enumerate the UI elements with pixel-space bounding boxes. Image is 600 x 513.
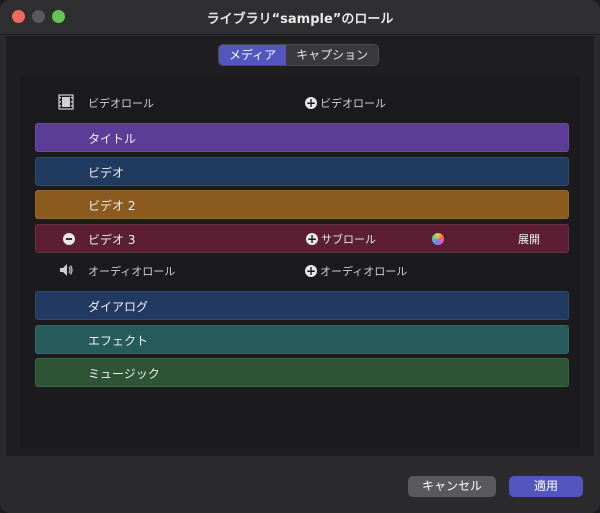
role-label: エフェクト <box>88 334 149 348</box>
add-subrole-label: サブロール <box>321 233 376 246</box>
cancel-button[interactable]: キャンセル <box>408 476 496 497</box>
role-label: ビデオ <box>88 166 125 180</box>
role-label: ミュージック <box>88 367 160 381</box>
add-audio-role-button[interactable]: + オーディオロール <box>305 263 407 279</box>
video-roles-label: ビデオロール <box>88 97 154 110</box>
plus-circle-icon: + <box>305 264 317 278</box>
role-label: ビデオ 2 <box>88 199 136 213</box>
role-bar-video-2[interactable]: ビデオ 2 <box>35 190 569 219</box>
tab-bar: メディア キャプション <box>218 44 380 66</box>
add-audio-role-label: オーディオロール <box>320 265 408 278</box>
remove-role-icon[interactable] <box>63 233 75 245</box>
add-video-role-button[interactable]: + ビデオロール <box>305 95 386 111</box>
tab-captions[interactable]: キャプション <box>286 45 379 65</box>
role-bar-title[interactable]: タイトル <box>35 123 569 152</box>
role-bar-effects[interactable]: エフェクト <box>35 325 569 354</box>
roles-panel: ビデオロール + ビデオロール タイトル ビデオ ビデオ 2 ビデオ 3 + サ… <box>20 74 580 448</box>
role-label: ビデオ 3 <box>88 233 136 247</box>
window-title: ライブラリ“sample”のロール <box>206 12 394 27</box>
title-bar: ライブラリ“sample”のロール <box>0 0 600 35</box>
role-label: タイトル <box>88 132 137 146</box>
role-bar-music[interactable]: ミュージック <box>35 358 569 387</box>
role-bar-dialogue[interactable]: ダイアログ <box>35 291 569 320</box>
add-video-role-label: ビデオロール <box>320 97 386 110</box>
add-subrole-button[interactable]: + サブロール <box>306 231 376 247</box>
roles-window: ライブラリ“sample”のロール メディア キャプション ビデオロール + ビ… <box>0 0 600 513</box>
role-bar-video[interactable]: ビデオ <box>35 157 569 186</box>
film-icon <box>58 94 74 110</box>
expand-button[interactable]: 展開 <box>518 231 540 247</box>
main-content: メディア キャプション ビデオロール + ビデオロール タイトル ビデオ ビデオ… <box>6 36 594 456</box>
audio-roles-label: オーディオロール <box>88 265 176 278</box>
apply-button[interactable]: 適用 <box>509 476 583 497</box>
plus-circle-icon: + <box>305 96 317 110</box>
color-picker-icon[interactable] <box>432 233 444 245</box>
audio-roles-header: オーディオロール + オーディオロール <box>20 261 580 281</box>
plus-circle-icon: + <box>306 232 318 246</box>
role-label: ダイアログ <box>88 300 149 314</box>
tab-media[interactable]: メディア <box>219 45 287 65</box>
video-roles-header: ビデオロール + ビデオロール <box>20 93 580 113</box>
role-bar-video-3[interactable]: ビデオ 3 + サブロール 展開 <box>35 224 569 253</box>
speaker-icon <box>60 264 73 276</box>
